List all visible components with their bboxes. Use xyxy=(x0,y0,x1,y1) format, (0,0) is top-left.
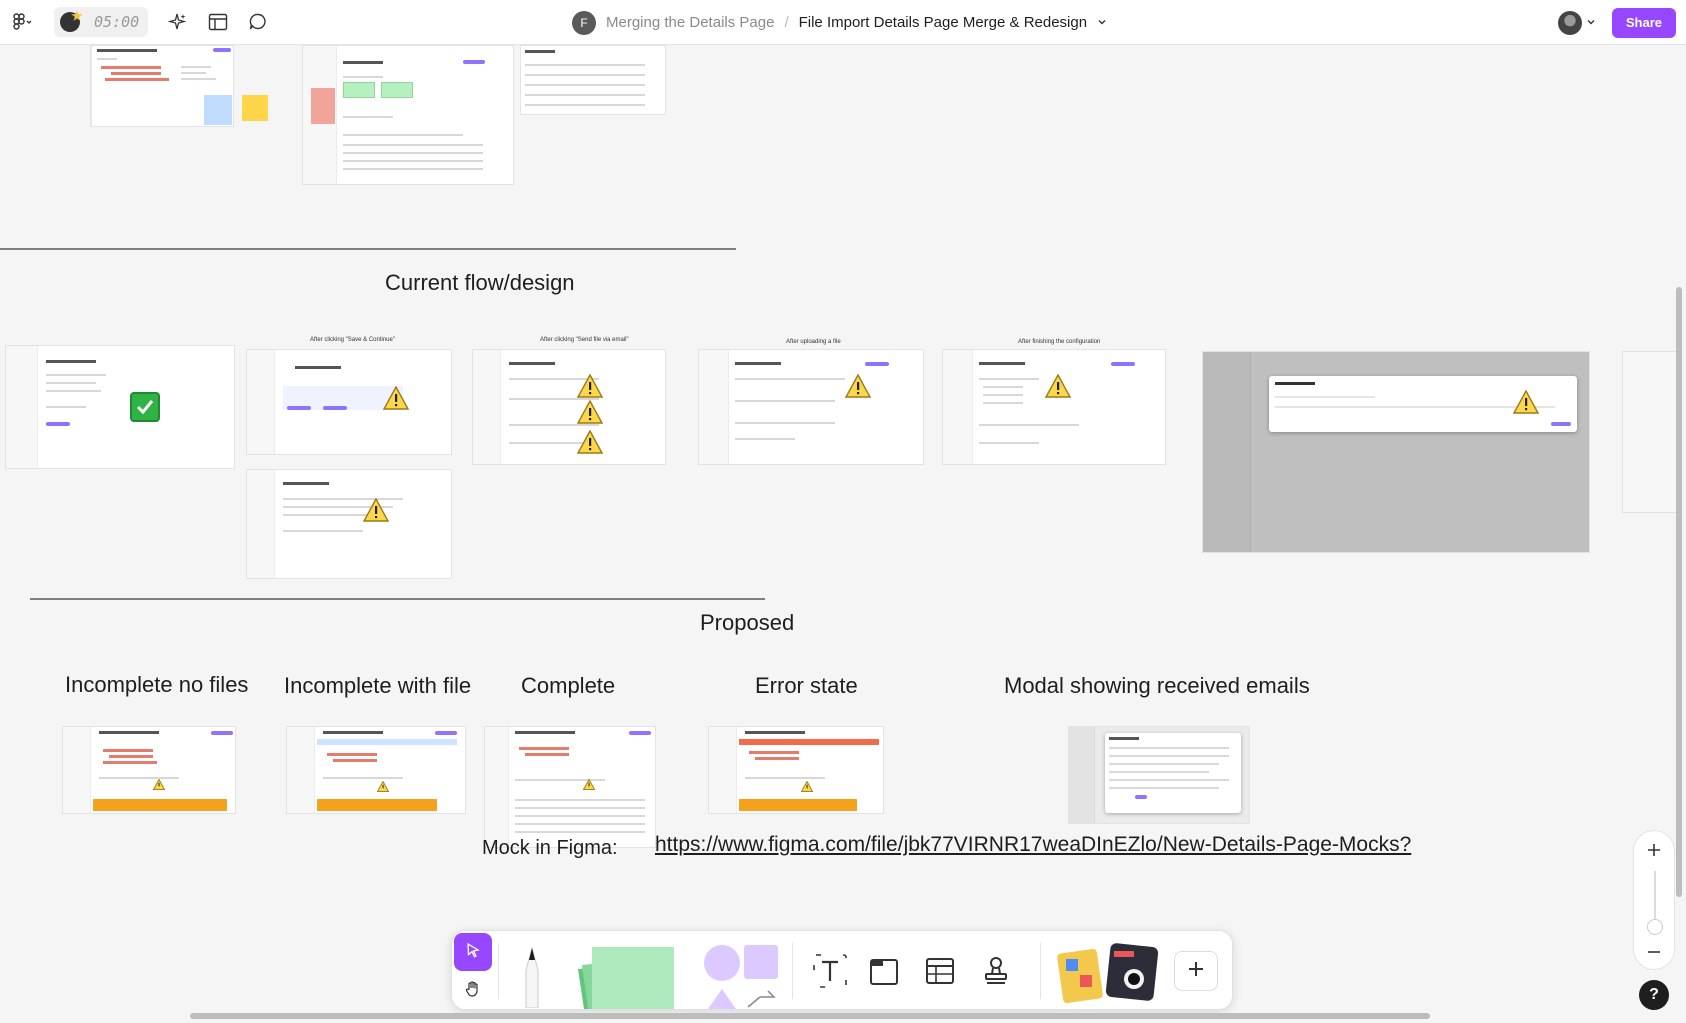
help-button[interactable]: ? xyxy=(1639,980,1669,1010)
checkmark-icon xyxy=(130,392,160,422)
zoom-in-icon[interactable] xyxy=(1645,841,1663,864)
section-divider xyxy=(0,248,736,250)
canvas[interactable]: Current flow/design After clicking "Save… xyxy=(0,45,1686,1023)
proposed-mock-complete[interactable] xyxy=(484,726,656,848)
warning-icon xyxy=(576,429,604,459)
more-tools-button[interactable] xyxy=(1174,951,1218,991)
zoom-control xyxy=(1633,830,1675,970)
breadcrumb-file-name[interactable]: File Import Details Page Merge & Redesig… xyxy=(799,14,1087,31)
figma-mock-link[interactable]: https://www.figma.com/file/jbk77VIRNR17w… xyxy=(655,833,1411,857)
label-complete: Complete xyxy=(521,673,616,698)
section-title-proposed: Proposed xyxy=(700,610,795,635)
pen-tool[interactable] xyxy=(512,943,552,1011)
table-tool[interactable] xyxy=(918,951,962,995)
sparkle-icon[interactable] xyxy=(158,0,198,45)
avatar xyxy=(1557,10,1582,35)
warning-icon xyxy=(1512,389,1540,419)
current-mock-after-save-2[interactable] xyxy=(246,469,452,579)
caption-after-upload: After uploading a file xyxy=(786,339,841,345)
plus-icon xyxy=(1187,960,1205,983)
proposed-mock-incomplete-with-file[interactable] xyxy=(286,726,466,814)
text-icon xyxy=(810,953,850,993)
top-mock-multi-states[interactable] xyxy=(302,45,514,185)
timer-avatar xyxy=(60,12,80,32)
hand-tool[interactable] xyxy=(454,973,492,1009)
mock-link-label: Mock in Figma: xyxy=(482,837,618,859)
comment-icon[interactable] xyxy=(238,0,278,45)
stamp-tool[interactable] xyxy=(974,951,1018,995)
share-button[interactable]: Share xyxy=(1611,7,1676,38)
hand-icon xyxy=(464,980,482,1003)
pen-icon xyxy=(518,942,546,1013)
proposed-mock-incomplete-no-files[interactable] xyxy=(62,726,236,814)
top-mock-configuration[interactable] xyxy=(520,45,666,115)
sticky-note-blue[interactable] xyxy=(204,95,232,125)
warning-icon xyxy=(1044,373,1072,403)
current-mock-after-send-email[interactable] xyxy=(472,349,666,465)
label-incomplete-no-files: Incomplete no files xyxy=(65,672,249,697)
label-error-state: Error state xyxy=(755,673,858,698)
section-divider xyxy=(30,598,765,600)
cursor-icon xyxy=(465,942,481,963)
zoom-out-icon[interactable] xyxy=(1645,943,1663,966)
creation-toolbar xyxy=(451,930,1233,1010)
team-avatar[interactable]: F xyxy=(572,10,596,35)
horizontal-scrollbar[interactable] xyxy=(190,1013,1430,1019)
timer-widget[interactable]: 05:00 xyxy=(54,7,148,37)
warning-icon xyxy=(376,779,390,797)
warning-icon xyxy=(576,399,604,429)
current-mock-cutoff[interactable] xyxy=(1622,351,1682,513)
current-mock-setup[interactable] xyxy=(5,345,235,469)
warning-icon xyxy=(800,779,814,797)
warning-icon xyxy=(582,777,596,795)
section-tool[interactable] xyxy=(862,951,906,995)
timer-text: 05:00 xyxy=(94,13,140,31)
caption-after-send-email: After clicking "Send file via email" xyxy=(540,337,629,343)
zoom-slider-handle[interactable] xyxy=(1647,919,1663,935)
breadcrumb-separator: / xyxy=(784,14,789,31)
caption-after-config: After finishing the configuration xyxy=(1018,339,1101,345)
widgets-icon xyxy=(1056,939,1166,1014)
widgets-tool[interactable] xyxy=(1056,941,1166,1011)
figma-logo-icon[interactable] xyxy=(0,0,44,45)
email-inbox-modal xyxy=(1269,376,1577,432)
vertical-scrollbar[interactable] xyxy=(1676,287,1682,897)
top-bar: 05:00 F Merging the Details Page / File … xyxy=(0,0,1686,45)
sticky-note-yellow[interactable] xyxy=(242,95,268,121)
chevron-down-icon[interactable] xyxy=(1097,14,1107,31)
chevron-down-icon xyxy=(1586,14,1596,32)
current-mock-email-modal[interactable] xyxy=(1202,351,1590,553)
current-mock-after-upload[interactable] xyxy=(698,349,924,465)
move-tool[interactable] xyxy=(454,933,492,971)
section-icon xyxy=(868,955,900,992)
layout-icon[interactable] xyxy=(198,0,238,45)
label-incomplete-with-file: Incomplete with file xyxy=(284,673,472,698)
proposed-mock-email-modal[interactable] xyxy=(1068,726,1250,824)
section-title-current: Current flow/design xyxy=(385,270,575,295)
shapes-icon xyxy=(692,941,788,1014)
shapes-tool[interactable] xyxy=(692,943,788,1011)
warning-icon xyxy=(576,373,604,403)
warning-icon xyxy=(382,385,410,415)
stamp-icon xyxy=(980,955,1012,992)
sticky-notes-tool[interactable] xyxy=(572,945,678,1011)
warning-icon xyxy=(844,373,872,403)
current-mock-after-config[interactable] xyxy=(942,349,1166,465)
breadcrumb-project[interactable]: Merging the Details Page xyxy=(606,14,774,31)
warning-icon xyxy=(362,497,390,527)
sticky-notes-icon xyxy=(572,943,678,1014)
warning-icon xyxy=(152,777,166,795)
proposed-mock-error-state[interactable] xyxy=(708,726,884,814)
user-menu[interactable] xyxy=(1552,8,1602,38)
label-modal-received-emails: Modal showing received emails xyxy=(1004,673,1310,698)
received-emails-modal xyxy=(1105,733,1241,813)
caption-after-save: After clicking "Save & Continue" xyxy=(310,337,395,343)
current-mock-after-save[interactable] xyxy=(246,349,452,455)
table-icon xyxy=(924,955,956,992)
text-tool[interactable] xyxy=(808,951,852,995)
